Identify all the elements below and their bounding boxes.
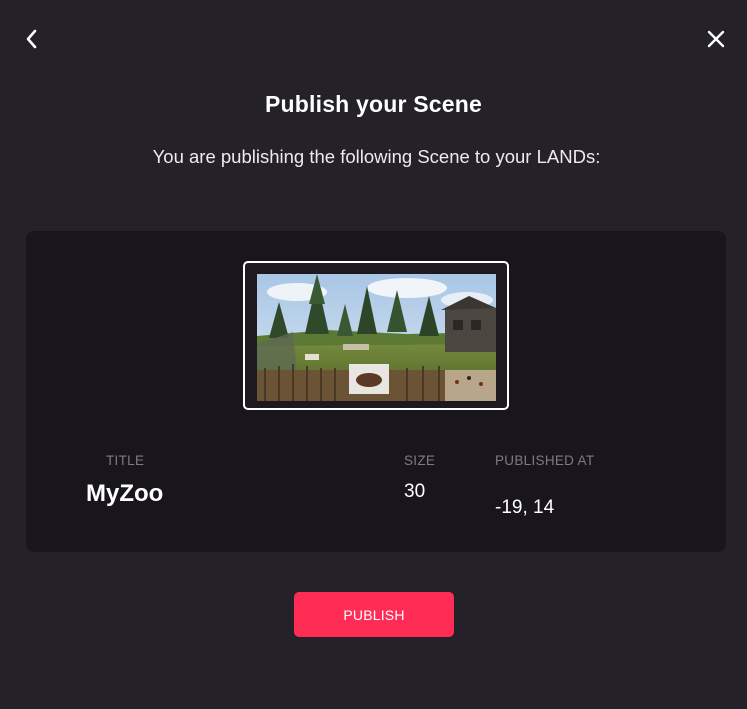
scene-thumbnail-image bbox=[257, 274, 496, 401]
scene-title-value: MyZoo bbox=[86, 480, 164, 507]
published-at-label: PUBLISHED AT bbox=[495, 453, 595, 468]
close-icon bbox=[707, 30, 725, 48]
page-title: Publish your Scene bbox=[264, 91, 483, 117]
scene-size-label: SIZE bbox=[404, 453, 436, 468]
scene-thumbnail bbox=[243, 261, 509, 410]
page-subtitle: You are publishing the following Scene t… bbox=[152, 146, 601, 167]
scene-size-value: 30 bbox=[404, 481, 426, 502]
back-button[interactable] bbox=[19, 26, 45, 52]
publish-scene-modal: Publish your Scene You are publishing th… bbox=[0, 0, 747, 709]
chevron-left-icon bbox=[26, 29, 37, 49]
scene-title-label: TITLE bbox=[106, 453, 145, 468]
publish-button[interactable]: PUBLISH bbox=[294, 592, 454, 637]
close-button[interactable] bbox=[703, 26, 729, 52]
published-at-value: -19, 14 bbox=[495, 497, 555, 518]
scene-card: TITLE MyZoo SIZE 30 PUBLISHED AT -19, 14 bbox=[26, 231, 726, 552]
